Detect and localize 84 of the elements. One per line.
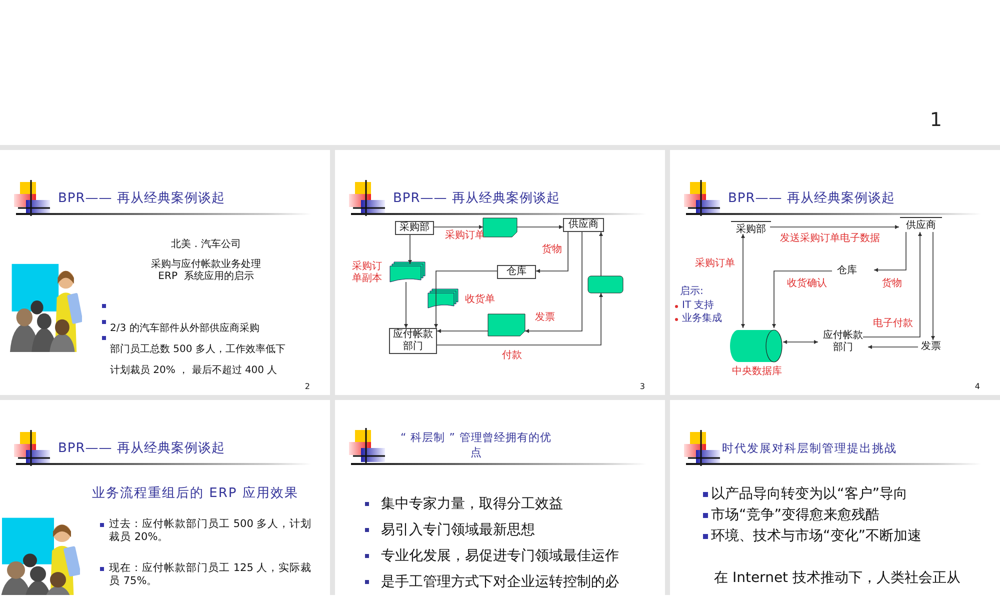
node-label: 发票 — [920, 341, 942, 353]
paragraph-text: 在 Internet 技术推动下，人类社会正从 — [714, 569, 962, 587]
flow-label: 电子付款 — [873, 318, 913, 330]
slide-number: 4 — [974, 382, 980, 391]
database-cylinder — [730, 330, 782, 362]
squares-logo-icon — [349, 428, 385, 464]
slide-number: 2 — [304, 382, 310, 391]
double-arrow — [782, 340, 818, 344]
document-stack-shape — [390, 262, 426, 282]
squares-logo-icon — [349, 180, 385, 216]
squares-logo-icon — [684, 430, 720, 466]
flow-label: 采购订单副本 — [352, 261, 383, 285]
flow-label: 付款 — [502, 350, 522, 362]
slide-title: BPR—— 再从经典案例谈起 — [58, 440, 225, 457]
node-label: 应付帐款部门 — [822, 330, 864, 354]
flow-label: 采购订单 — [445, 230, 485, 242]
flow-label: 发票 — [535, 312, 555, 324]
process-node: 供应商 — [900, 217, 942, 232]
connector-arrow — [868, 345, 918, 349]
process-node: 采购部 — [731, 221, 771, 236]
bullet-icon — [102, 304, 106, 308]
data-box-shape — [588, 276, 624, 294]
flow-label: 采购订单 — [695, 258, 735, 270]
body-text: 计划裁员 20% ， 最后不超过 400 人 — [110, 365, 278, 377]
squares-logo-icon — [684, 180, 720, 216]
process-node: 采购部 — [395, 221, 434, 235]
bullet-icon — [102, 336, 106, 340]
bullet-icon — [365, 528, 369, 532]
slide-title: BPR—— 再从经典案例谈起 — [728, 190, 895, 207]
connector-arrow — [404, 282, 408, 328]
flow-label: 中央数据库 — [732, 366, 782, 378]
slide-title: “ 科层制 ” 管理曾经拥有的优点 — [400, 430, 552, 460]
process-node: 仓库 — [497, 265, 536, 279]
connector-arrow — [599, 232, 603, 276]
squares-logo-icon — [14, 180, 50, 216]
slide-number: 3 — [640, 382, 645, 391]
flow-label: 发送采购订单电子数据 — [780, 233, 880, 245]
document-stack-shape — [428, 288, 458, 308]
heading-text: 北美 . 汽车公司 — [170, 239, 242, 251]
note-item: IT 支持 — [682, 300, 714, 312]
slide-number: 1 — [930, 109, 942, 131]
bullet-text: 现在：应付帐款部门员工 125 人，实际裁员 75%。 — [109, 562, 313, 588]
bullet-icon — [703, 492, 708, 497]
bullet-text: 环境、技术与市场“变化”不断加速 — [711, 527, 922, 546]
bullet-text: 是手工管理方式下对企业运转控制的必 — [381, 574, 619, 590]
body-text: 2/3 的汽车部件从外部供应商采购 — [110, 323, 260, 335]
body-text: 部门员工总数 500 多人，工作效率低下 — [110, 344, 286, 356]
flow-label: 收货确认 — [787, 278, 827, 290]
document-shape — [488, 314, 526, 336]
bullet-icon — [100, 523, 104, 527]
bullet-icon — [703, 513, 708, 518]
bullet-text: 市场“竞争”变得愈来愈残酷 — [711, 506, 880, 525]
note-heading: 启示: — [680, 286, 704, 298]
bullet-icon — [365, 580, 369, 584]
bullet-icon — [100, 567, 104, 571]
slide-subtitle: 业务流程重组后的 ERP 应用效果 — [92, 485, 300, 502]
slide-title: BPR—— 再从经典案例谈起 — [393, 190, 560, 207]
bullet-icon — [365, 554, 369, 558]
process-node: 应付帐款部门 — [389, 328, 437, 354]
bullet-text: 以产品导向转变为以“客户”导向 — [711, 485, 908, 504]
bullet-text: 过去：应付帐款部门员工 500 多人，计划裁员 20%。 — [109, 518, 313, 544]
heading-text: 采购与应付帐款业务处理 — [150, 259, 262, 270]
bullet-text: 专业化发展，易促进专门领域最佳运作 — [381, 548, 619, 564]
flow-label: 货物 — [882, 278, 902, 290]
bullet-icon — [703, 534, 708, 539]
flow-label: 货物 — [542, 244, 562, 256]
bullet-icon — [675, 318, 678, 320]
connector-arrow — [408, 234, 412, 264]
squares-logo-icon — [14, 430, 50, 466]
bullet-icon — [365, 502, 369, 506]
flow-label: 收货单 — [465, 294, 495, 306]
slide-title: BPR—— 再从经典案例谈起 — [58, 190, 225, 207]
bullet-icon — [102, 320, 106, 324]
connector-arrow — [434, 225, 484, 229]
slide-title: 时代发展对科层制管理提出挑战 — [722, 440, 897, 456]
bullet-text: 易引入专门领域最新思想 — [381, 522, 535, 538]
note-item: 业务集成 — [682, 313, 722, 325]
bullet-icon — [675, 304, 678, 308]
process-node: 供应商 — [563, 218, 604, 232]
connector-arrow — [516, 225, 564, 229]
bullet-text: 集中专家力量，取得分工效益 — [381, 496, 563, 512]
node-label: 仓库 — [836, 265, 858, 277]
connector-arrow — [772, 270, 832, 328]
heading-text: ERP 系统应用的启示 — [157, 271, 255, 283]
